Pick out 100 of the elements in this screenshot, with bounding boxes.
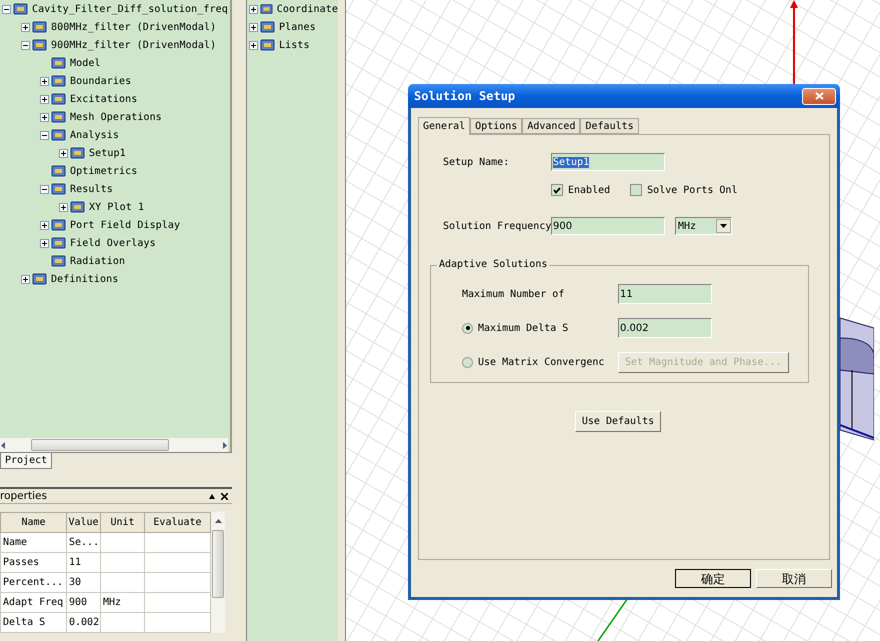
radio-label: Use Matrix Convergenc bbox=[478, 356, 606, 368]
horizontal-scrollbar[interactable] bbox=[0, 438, 228, 452]
expand-icon[interactable] bbox=[59, 202, 68, 212]
dialog-button[interactable]: 取消 bbox=[756, 569, 832, 588]
expand-icon[interactable] bbox=[40, 112, 49, 122]
tree-item[interactable]: Mesh Operations bbox=[70, 112, 162, 122]
expand-icon[interactable] bbox=[21, 274, 30, 284]
tree-item[interactable]: Model bbox=[70, 58, 101, 68]
close-button[interactable] bbox=[802, 88, 836, 104]
tree-item[interactable]: Planes bbox=[279, 22, 316, 32]
column-header[interactable]: Name bbox=[0, 512, 66, 532]
table-cell: Percent... bbox=[0, 572, 66, 592]
tree-node-icon bbox=[32, 20, 48, 34]
expand-icon[interactable] bbox=[40, 94, 49, 104]
column-header[interactable]: Unit bbox=[100, 512, 144, 532]
expand-icon[interactable] bbox=[40, 76, 49, 86]
column-header[interactable]: Evaluate bbox=[144, 512, 210, 532]
field-label: Solution Frequency bbox=[443, 220, 551, 232]
collapse-icon[interactable] bbox=[2, 4, 11, 14]
expand-icon[interactable] bbox=[40, 220, 49, 230]
tree-item[interactable]: Cavity_Filter_Diff_solution_freq bbox=[32, 4, 228, 14]
dialog-button[interactable]: 确定 bbox=[675, 569, 751, 588]
table-cell: 30 bbox=[66, 572, 100, 592]
tree-node-icon bbox=[260, 2, 274, 16]
tree-item[interactable]: Analysis bbox=[70, 130, 119, 140]
tree-item[interactable]: Field Overlays bbox=[70, 238, 156, 248]
expand-icon[interactable] bbox=[40, 238, 49, 248]
tree-node-icon bbox=[51, 92, 67, 106]
tree-node-icon bbox=[51, 218, 67, 232]
input-field[interactable]: 0.002 bbox=[618, 318, 712, 338]
collapse-icon[interactable] bbox=[40, 184, 49, 194]
dialog-tab[interactable]: Defaults bbox=[580, 118, 639, 134]
tree-node-icon bbox=[51, 56, 67, 70]
unit-dropdown[interactable]: MHz bbox=[675, 217, 732, 235]
tree-item[interactable]: 900MHz_filter (DrivenModal) bbox=[51, 40, 216, 50]
close-icon[interactable] bbox=[221, 492, 228, 500]
tree-item[interactable]: 800MHz_filter (DrivenModal) bbox=[51, 22, 216, 32]
collapse-icon[interactable] bbox=[21, 40, 30, 50]
tree-node-icon bbox=[51, 128, 67, 142]
expand-icon[interactable] bbox=[249, 4, 258, 14]
table-cell: Passes bbox=[0, 552, 66, 572]
input-field[interactable]: Setup1 bbox=[551, 153, 665, 171]
tree-item[interactable]: Definitions bbox=[51, 274, 118, 284]
checkbox[interactable] bbox=[630, 184, 642, 196]
group-title: Adaptive Solutions bbox=[437, 259, 550, 270]
expand-icon[interactable] bbox=[59, 148, 68, 158]
checkbox-label: Solve Ports Onl bbox=[647, 184, 738, 196]
tree-node-icon bbox=[51, 236, 67, 250]
scroll-right-icon[interactable] bbox=[221, 442, 228, 448]
tree-node-icon bbox=[51, 254, 67, 268]
tree-node-icon bbox=[70, 146, 86, 160]
table-cell: Se... bbox=[66, 532, 100, 552]
table-cell: Delta S bbox=[0, 612, 66, 632]
tree-node-icon bbox=[51, 110, 67, 124]
tree-item[interactable]: Port Field Display bbox=[70, 220, 180, 230]
expand-icon[interactable] bbox=[249, 40, 258, 50]
dialog-tab[interactable]: Options bbox=[470, 118, 522, 134]
radio-dot-icon bbox=[466, 326, 470, 330]
column-header[interactable]: Value bbox=[66, 512, 100, 532]
checkbox-label: Enabled bbox=[568, 184, 610, 196]
tree-node-icon bbox=[260, 20, 276, 34]
table-cell: MHz bbox=[100, 592, 144, 612]
tree-node-icon bbox=[260, 38, 276, 52]
panel-tab[interactable]: Project bbox=[0, 453, 52, 469]
use-defaults-button[interactable]: Use Defaults bbox=[574, 411, 662, 432]
tree-item[interactable]: Results bbox=[70, 184, 113, 194]
close-icon bbox=[814, 92, 824, 100]
tree-node-icon bbox=[13, 2, 29, 16]
vertical-scrollbar[interactable] bbox=[211, 512, 225, 633]
panel-title: roperties bbox=[0, 490, 47, 502]
table-cell: 11 bbox=[66, 552, 100, 572]
tree-item[interactable]: Optimetrics bbox=[70, 166, 138, 176]
tree-item[interactable]: Setup1 bbox=[89, 148, 126, 158]
input-field[interactable]: 11 bbox=[618, 284, 712, 304]
tree-node-icon bbox=[70, 200, 86, 214]
checkbox[interactable] bbox=[551, 184, 563, 196]
table-cell: Name bbox=[0, 532, 66, 552]
tree-item[interactable]: Radiation bbox=[70, 256, 126, 266]
expand-icon[interactable] bbox=[249, 22, 258, 32]
tree-node-icon bbox=[51, 182, 67, 196]
tree-node-icon bbox=[51, 74, 67, 88]
table-cell: 0.002 bbox=[66, 612, 100, 632]
radio-button[interactable] bbox=[462, 322, 473, 334]
field-label: Setup Name: bbox=[443, 156, 510, 168]
tree-node-icon bbox=[51, 164, 67, 178]
dialog-tab[interactable]: Advanced bbox=[522, 118, 580, 134]
collapse-icon[interactable] bbox=[40, 130, 49, 140]
radio-button[interactable] bbox=[462, 356, 473, 368]
tree-item[interactable]: Boundaries bbox=[70, 76, 132, 86]
dialog-tab[interactable]: General bbox=[418, 117, 470, 135]
scroll-up-icon[interactable] bbox=[214, 518, 222, 524]
tree-item[interactable]: Lists bbox=[279, 40, 310, 50]
tree-item[interactable]: Excitations bbox=[70, 94, 138, 104]
radio-label: Maximum Delta S bbox=[478, 322, 570, 334]
scroll-left-icon[interactable] bbox=[0, 442, 7, 448]
tree-item[interactable]: XY Plot 1 bbox=[89, 202, 144, 212]
expand-icon[interactable] bbox=[21, 22, 30, 32]
input-field[interactable]: 900 bbox=[551, 217, 665, 235]
field-label: Maximum Number of bbox=[462, 288, 566, 300]
tree-item[interactable]: Coordinate bbox=[276, 4, 338, 14]
